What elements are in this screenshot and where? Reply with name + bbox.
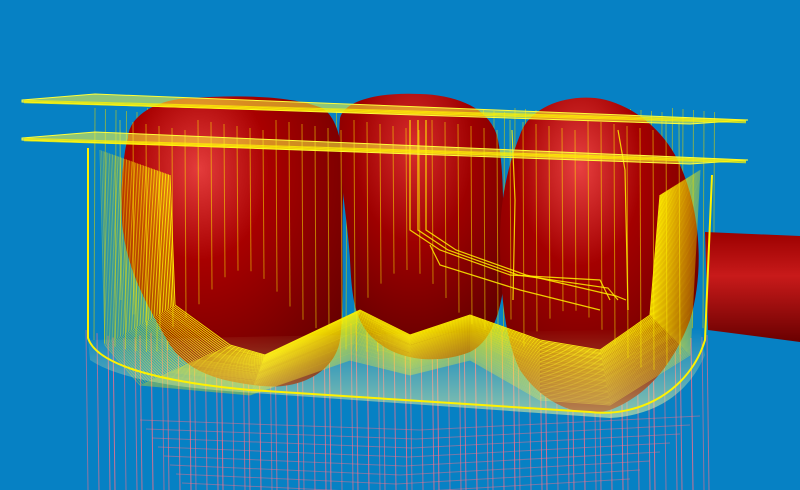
cam-scene[interactable] [0,0,800,490]
connector-bar [705,232,800,342]
3d-viewport[interactable] [0,0,800,490]
